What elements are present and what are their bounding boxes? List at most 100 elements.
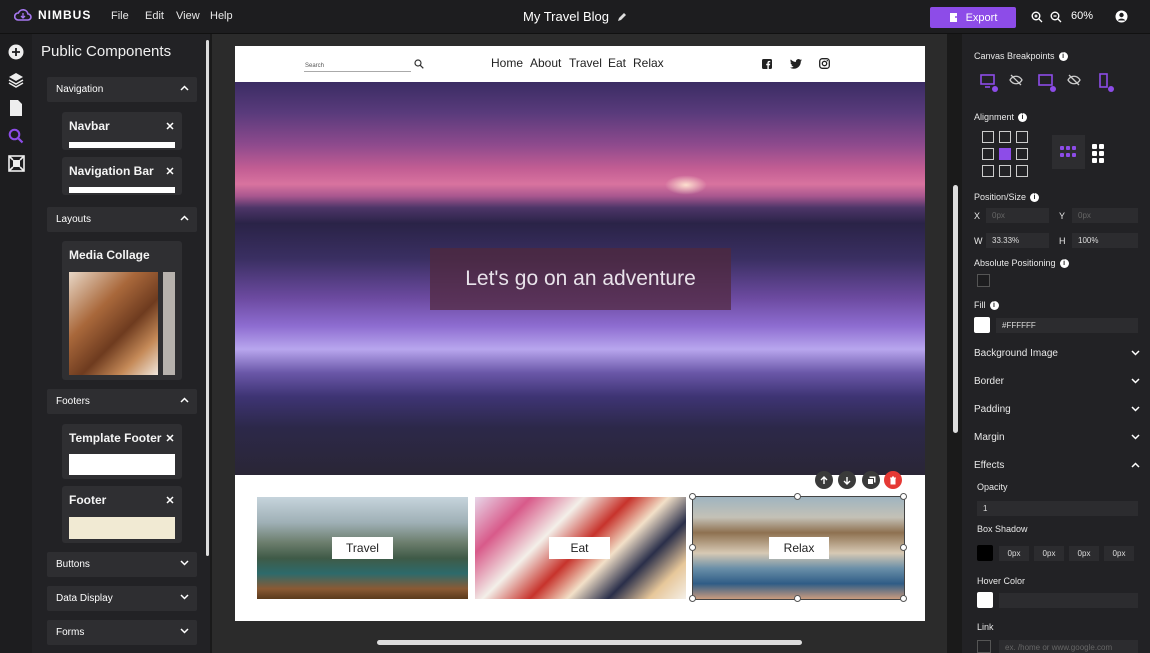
- instagram-icon[interactable]: [819, 58, 830, 69]
- site-navbar[interactable]: Search Home About Travel Eat Relax: [235, 46, 925, 82]
- close-icon[interactable]: [166, 167, 174, 175]
- canvas-horizontal-scrollbar[interactable]: [377, 640, 802, 645]
- zoom-in-icon[interactable]: [1031, 11, 1043, 23]
- resize-handle[interactable]: [900, 595, 907, 602]
- hover-color-swatch[interactable]: [977, 592, 993, 608]
- section-buttons[interactable]: Buttons: [47, 552, 197, 577]
- export-button[interactable]: Export: [930, 7, 1016, 28]
- grid-layout-3-icon[interactable]: [1052, 135, 1085, 169]
- page-icon[interactable]: [8, 99, 24, 117]
- info-icon[interactable]: i: [1030, 192, 1040, 202]
- card-footer[interactable]: Footer: [62, 486, 182, 543]
- menu-help[interactable]: Help: [210, 10, 233, 22]
- resize-handle[interactable]: [794, 595, 801, 602]
- section-footers[interactable]: Footers: [47, 389, 197, 414]
- tile-eat[interactable]: Eat: [475, 497, 686, 599]
- move-up-button[interactable]: [815, 471, 833, 489]
- opacity-input[interactable]: 1: [977, 501, 1138, 516]
- desktop-breakpoint-icon[interactable]: [980, 73, 1000, 93]
- hero-headline-box[interactable]: Let's go on an adventure: [430, 248, 731, 310]
- left-panel-scrollbar[interactable]: [206, 40, 209, 556]
- menu-file[interactable]: File: [111, 10, 129, 22]
- resize-handle[interactable]: [689, 493, 696, 500]
- duplicate-button[interactable]: [862, 471, 880, 489]
- card-navigation-bar[interactable]: Navigation Bar: [62, 157, 182, 195]
- search-icon[interactable]: [414, 59, 424, 69]
- hover-color-input[interactable]: [999, 593, 1138, 608]
- card-navbar[interactable]: Navbar: [62, 112, 182, 150]
- fill-color-swatch[interactable]: [974, 317, 990, 333]
- w-input[interactable]: 33.33%: [986, 233, 1049, 248]
- mobile-breakpoint-icon[interactable]: [1097, 73, 1117, 93]
- facebook-icon[interactable]: [762, 59, 772, 69]
- accordion-border[interactable]: Border: [974, 376, 1140, 387]
- resize-handle[interactable]: [900, 544, 907, 551]
- resize-handle[interactable]: [900, 493, 907, 500]
- twitter-icon[interactable]: [790, 59, 802, 69]
- accordion-margin[interactable]: Margin: [974, 432, 1140, 443]
- section-forms[interactable]: Forms: [47, 620, 197, 645]
- tile-relax[interactable]: Relax: [692, 496, 905, 600]
- hero-image[interactable]: Let's go on an adventure: [235, 82, 925, 475]
- hero-headline: Let's go on an adventure: [465, 267, 696, 290]
- site-search-input[interactable]: Search: [305, 63, 324, 69]
- chevron-down-icon: [1131, 434, 1140, 440]
- move-down-button[interactable]: [838, 471, 856, 489]
- section-layouts[interactable]: Layouts: [47, 207, 197, 232]
- add-icon[interactable]: [8, 44, 24, 60]
- info-icon[interactable]: i: [989, 300, 999, 310]
- y-input[interactable]: 0px: [1072, 208, 1138, 223]
- x-input[interactable]: 0px: [986, 208, 1049, 223]
- nav-link-home[interactable]: Home: [491, 56, 523, 70]
- search-components-icon[interactable]: [8, 128, 24, 144]
- zoom-out-icon[interactable]: [1050, 11, 1062, 23]
- absolute-positioning-checkbox[interactable]: [977, 274, 990, 287]
- fill-color-input[interactable]: #FFFFFF: [996, 318, 1138, 333]
- resize-handle[interactable]: [689, 544, 696, 551]
- card-template-footer[interactable]: Template Footer: [62, 424, 182, 479]
- document-title[interactable]: My Travel Blog: [523, 9, 627, 24]
- shadow-spread-input[interactable]: 0px: [1104, 546, 1134, 561]
- pencil-icon[interactable]: [617, 12, 627, 22]
- card-media-collage[interactable]: Media Collage: [62, 241, 182, 380]
- shadow-blur-input[interactable]: 0px: [1069, 546, 1099, 561]
- page-canvas[interactable]: Search Home About Travel Eat Relax Let's…: [235, 46, 925, 621]
- shadow-y-input[interactable]: 0px: [1034, 546, 1064, 561]
- canvas-vertical-scrollbar[interactable]: [953, 185, 958, 433]
- info-icon[interactable]: i: [1058, 51, 1068, 61]
- eye-off-icon[interactable]: [1067, 74, 1081, 86]
- close-icon[interactable]: [166, 496, 174, 504]
- menu-view[interactable]: View: [176, 10, 200, 22]
- info-icon[interactable]: i: [1059, 258, 1069, 268]
- nav-link-about[interactable]: About: [530, 56, 561, 70]
- delete-button[interactable]: [884, 471, 902, 489]
- close-icon[interactable]: [166, 434, 174, 442]
- tile-travel[interactable]: Travel: [257, 497, 468, 599]
- export-label: Export: [965, 11, 998, 24]
- link-checkbox[interactable]: [977, 640, 991, 653]
- section-navigation[interactable]: Navigation: [47, 77, 197, 102]
- media-icon[interactable]: [8, 155, 25, 172]
- box-shadow-color-swatch[interactable]: [977, 545, 993, 561]
- tablet-breakpoint-icon[interactable]: [1038, 73, 1058, 93]
- user-avatar-icon[interactable]: [1115, 10, 1128, 23]
- layers-icon[interactable]: [8, 72, 24, 88]
- accordion-padding[interactable]: Padding: [974, 404, 1140, 415]
- info-icon[interactable]: i: [1018, 112, 1028, 122]
- h-input[interactable]: 100%: [1072, 233, 1138, 248]
- shadow-x-input[interactable]: 0px: [999, 546, 1029, 561]
- nav-link-relax[interactable]: Relax: [633, 56, 664, 70]
- grid-layout-2-icon[interactable]: [1090, 142, 1106, 164]
- menu-edit[interactable]: Edit: [145, 10, 164, 22]
- nav-link-eat[interactable]: Eat: [608, 56, 626, 70]
- resize-handle[interactable]: [794, 493, 801, 500]
- nav-link-travel[interactable]: Travel: [569, 56, 602, 70]
- accordion-background-image[interactable]: Background Image: [974, 348, 1140, 359]
- section-data-display[interactable]: Data Display: [47, 586, 197, 611]
- accordion-effects[interactable]: Effects: [974, 460, 1140, 471]
- close-icon[interactable]: [166, 122, 174, 130]
- resize-handle[interactable]: [689, 595, 696, 602]
- link-input[interactable]: ex. /home or www.google.com: [999, 640, 1138, 653]
- eye-off-icon[interactable]: [1009, 74, 1023, 86]
- app-logo[interactable]: NIMBUS: [14, 8, 91, 22]
